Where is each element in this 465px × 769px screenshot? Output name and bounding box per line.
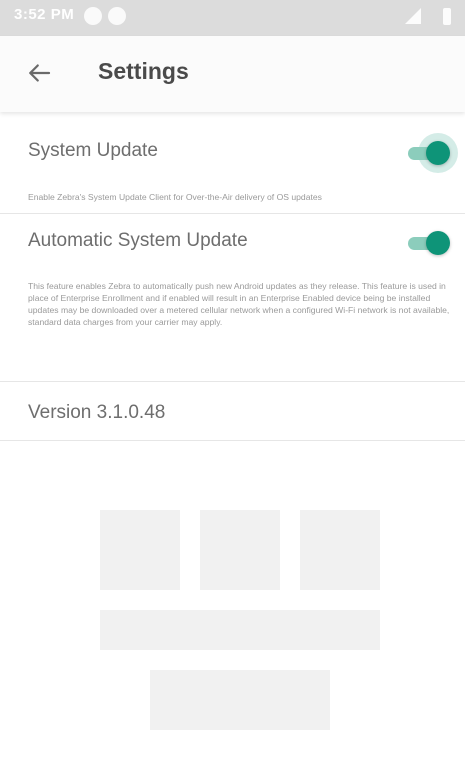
divider	[0, 440, 465, 441]
setting-description: This feature enables Zebra to automatica…	[28, 281, 450, 327]
toggle-thumb	[426, 231, 450, 255]
battery-icon	[443, 8, 451, 25]
version-label: Version 3.1.0.48	[28, 402, 166, 423]
status-time: 3:52 PM	[14, 6, 75, 23]
setting-title: Automatic System Update	[28, 230, 248, 251]
app-bar: Settings	[0, 36, 465, 112]
toggle-thumb	[426, 141, 450, 165]
divider	[0, 213, 465, 214]
system-update-toggle[interactable]	[408, 133, 458, 173]
setting-title: System Update	[28, 140, 158, 161]
status-notification-icons	[84, 7, 126, 25]
notification-icon	[108, 7, 126, 25]
divider	[0, 381, 465, 382]
back-arrow-icon[interactable]	[24, 58, 54, 88]
automatic-update-toggle[interactable]	[408, 231, 450, 255]
status-system-icons	[405, 8, 451, 25]
watermark-logo-icon	[100, 510, 380, 730]
status-bar: 3:52 PM	[0, 0, 465, 36]
notification-icon	[84, 7, 102, 25]
signal-icon	[405, 8, 421, 24]
setting-description: Enable Zebra's System Update Client for …	[28, 192, 322, 202]
page-title: Settings	[98, 58, 189, 84]
